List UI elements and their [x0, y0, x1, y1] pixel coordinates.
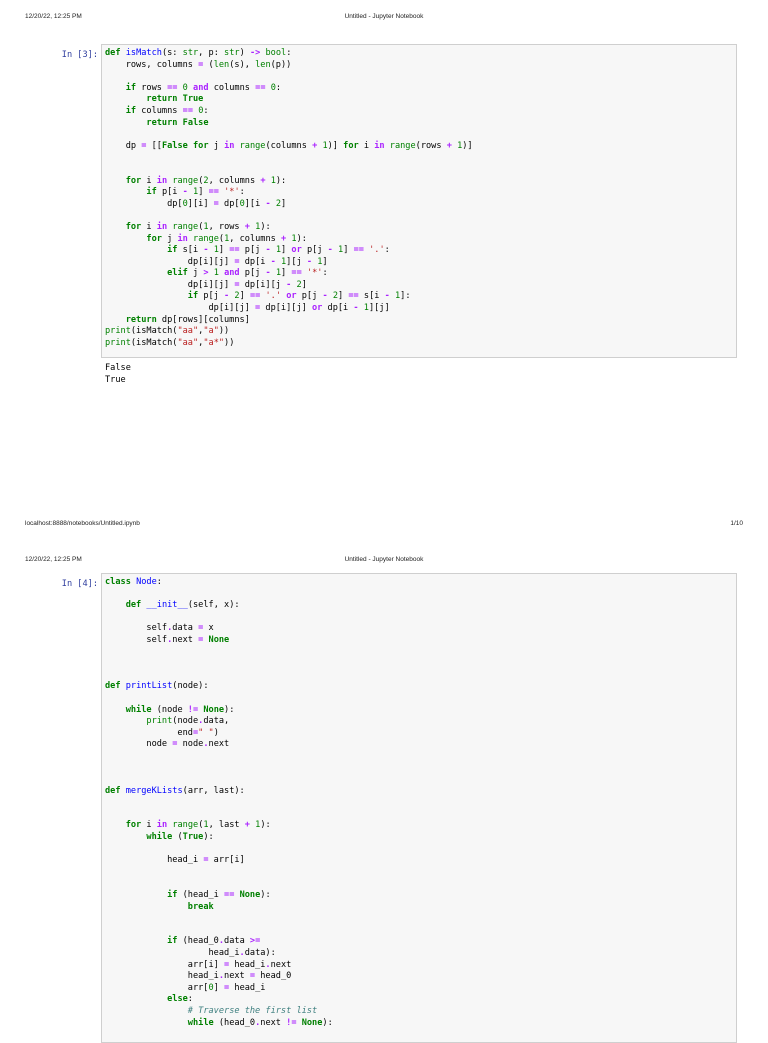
cell-prompt: In [4]:	[61, 579, 98, 589]
page-number: 1/10	[730, 520, 743, 527]
print-title: Untitled - Jupyter Notebook	[344, 556, 424, 563]
cell-prompt: In [3]:	[61, 50, 98, 60]
print-title: Untitled - Jupyter Notebook	[344, 13, 424, 20]
code-cell-source: def isMatch(s: str, p: str) -> bool: row…	[105, 48, 473, 348]
code-cell[interactable]: class Node: def __init__(self, x): self.…	[101, 573, 737, 1043]
footer-url: localhost:8888/notebooks/Untitled.ipynb	[25, 520, 140, 527]
output-line: True	[105, 374, 126, 385]
code-cell-source: class Node: def __init__(self, x): self.…	[105, 577, 333, 1028]
cell-output: False True	[105, 363, 131, 386]
code-cell[interactable]: def isMatch(s: str, p: str) -> bool: row…	[101, 44, 737, 358]
output-line: False	[105, 363, 131, 373]
